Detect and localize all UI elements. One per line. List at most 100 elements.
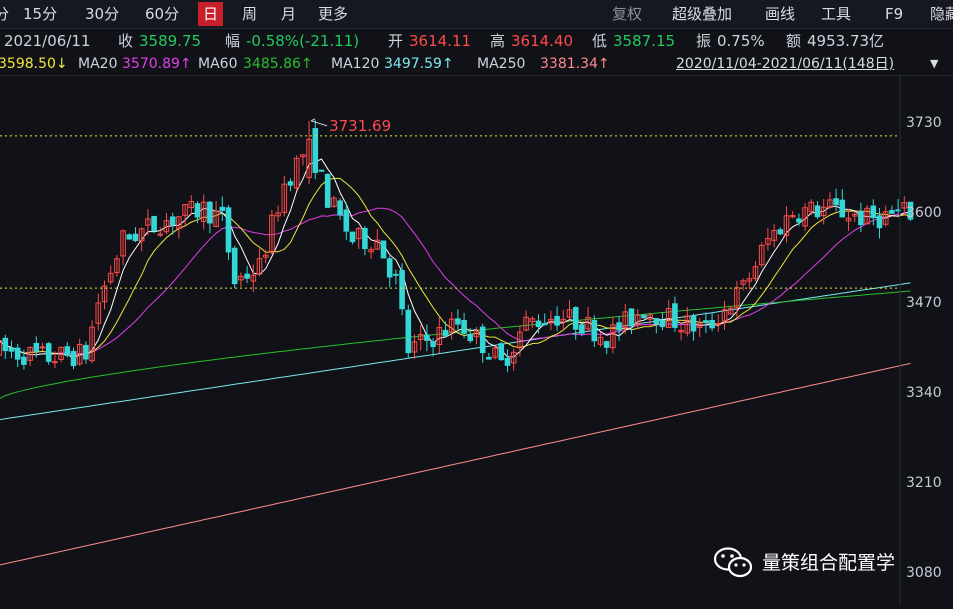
ma60-label: MA60 [198,56,238,72]
ma10-value: 3598.50↓ [0,56,68,72]
tools-button[interactable]: 工具 [821,3,851,25]
candle-body [132,233,139,242]
candle-body [380,240,387,259]
candle-body [672,303,678,328]
candle-body [194,203,201,218]
candle-body [337,200,343,216]
candle-body [52,361,58,364]
candle-body [777,229,784,235]
ma60-path [0,290,911,399]
candle-body [554,315,560,326]
tab-60min[interactable]: 60分 [145,3,179,25]
candle-body [455,318,461,325]
candle-body [858,211,864,226]
candle-body [876,215,883,229]
change-label: 幅 [225,32,241,50]
high-marker-leader [310,120,328,127]
candle-body [628,308,635,327]
candle-body [603,341,610,348]
ma10-path [0,177,911,357]
ma20-value: 3570.89↑ [122,56,192,72]
kline-chart[interactable]: 3730 3600 3470 3340 3210 3080 3731.69 [0,76,953,605]
tab-month[interactable]: 月 [281,3,296,25]
candle-body [653,318,660,325]
adjust-button[interactable]: 复权 [612,3,642,25]
candle-body [70,350,77,367]
candle-body [870,205,877,219]
low-value: 3587.15 [613,32,676,50]
candle-body [126,234,133,240]
price-tick-label: 3470 [906,295,942,311]
ma250-value: 3381.34↑ [540,56,610,72]
candle-body [442,329,449,337]
candle-body [486,356,492,360]
close-value: 3589.75 [139,32,202,50]
candle-body [498,343,505,361]
overlay-button[interactable]: 超级叠加 [672,3,732,25]
ma5-path [0,158,911,359]
candle-body [349,231,356,243]
candle-body [231,247,238,285]
candle-body [318,169,325,172]
candle-body [703,320,709,323]
candle-body [324,173,331,208]
tab-more[interactable]: 更多 [318,3,348,25]
candle-body [207,201,213,224]
low-label: 低 [592,32,608,50]
tab-30min[interactable]: 30分 [85,3,119,25]
candle-body [21,356,27,365]
high-marker-label: 3731.69 [329,117,391,135]
candle-body [157,233,164,236]
candle-body [715,323,722,326]
price-tick-label: 3730 [906,115,942,131]
tab-day[interactable]: 日 [198,2,224,26]
candle-body [393,273,399,276]
draw-button[interactable]: 画线 [765,3,795,25]
candle-body [39,346,46,349]
ma60-line [0,290,911,399]
candle-body [14,347,21,360]
tab-15min[interactable]: 15分 [23,3,57,25]
reference-lines [0,135,900,289]
tab-minute[interactable]: 分 [0,3,9,25]
candle-body [430,341,436,348]
f9-button[interactable]: F9 [885,3,903,25]
tab-week[interactable]: 周 [242,3,257,25]
candle-body [225,207,232,253]
candle-body [616,322,622,331]
ma120-label: MA120 [331,56,380,72]
kline-chart-canvas: 3730 3600 3470 3340 3210 3080 3731.69 [0,76,942,605]
chevron-down-icon[interactable]: ▼ [930,53,938,75]
candle-body [709,319,715,329]
amp-label: 振 [696,32,712,50]
ma10-line [0,177,911,357]
candle-body [2,337,9,352]
candle-body [386,258,393,278]
hide-button[interactable]: 隐藏 [930,3,953,25]
quote-date: 2021/06/11 [4,32,91,50]
high-value: 3614.40 [511,32,574,50]
candle-body [343,209,350,232]
candle-body [641,314,647,319]
ma120-value: 3497.59↑ [384,56,454,72]
candle-body [64,346,71,356]
moving-average-bar: 3598.50↓ MA20 3570.89↑ MA60 3485.86↑ MA1… [0,53,953,76]
wechat-icon [713,547,753,578]
candle-body [572,307,579,330]
quote-bar: 2021/06/11 收 3589.75 幅 -0.58%(-21.11) 开 … [0,29,953,53]
candle-body [659,319,666,328]
candle-body [504,357,511,366]
ma120-line [0,282,911,421]
ma5-line [0,158,911,359]
change-value: -0.58%(-21.11) [246,32,360,50]
ma250-path [0,362,911,566]
date-range-link[interactable]: 2020/11/04-2021/06/11(148日) [676,53,894,75]
candle-body [579,324,585,334]
candle-body [287,181,294,186]
candle-body [399,270,405,310]
candle-body [45,343,52,362]
candle-body [312,128,319,173]
candle-body [591,319,598,342]
open-label: 开 [388,32,404,50]
candle-body [405,309,412,354]
